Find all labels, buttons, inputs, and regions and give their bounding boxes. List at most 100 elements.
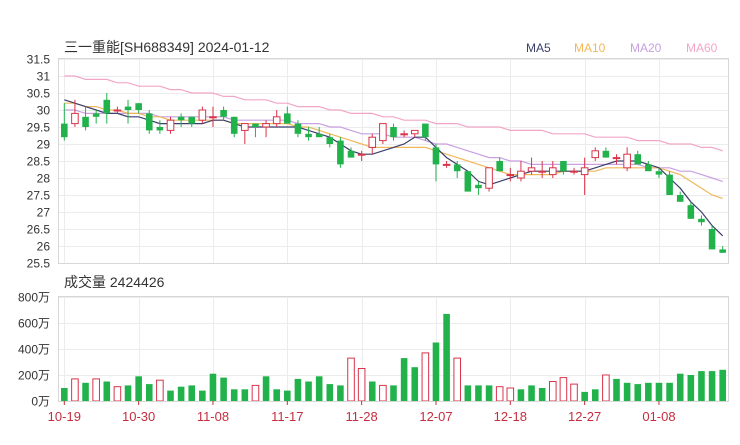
volume-bar	[294, 378, 302, 401]
candle-body	[422, 123, 429, 138]
volume-bar	[61, 388, 68, 401]
volume-bar	[421, 352, 430, 402]
candle-body	[177, 116, 185, 121]
volume-bar	[475, 385, 482, 401]
candle-body	[284, 113, 291, 124]
candle-body	[548, 167, 557, 176]
x-tick-label: 12-27	[568, 409, 601, 424]
volume-bar	[357, 368, 366, 402]
candle-body	[570, 170, 578, 173]
candle-body	[368, 136, 377, 148]
volume-y-axis: 0万 200万 400万 600万 800万	[18, 291, 50, 409]
legend-item-ma20: MA20	[630, 41, 662, 55]
candle-body	[580, 167, 589, 176]
candle-body	[410, 129, 419, 135]
candle-body	[687, 205, 695, 219]
volume-bar	[719, 369, 726, 401]
candle-body	[666, 174, 673, 195]
stock-chart-widget: 三一重能[SH688349] 2024-01-12 MA5 MA10 MA20 MA6…	[0, 0, 740, 440]
volume-bar	[230, 389, 238, 401]
candle-body	[496, 161, 503, 172]
x-tick-label: 12-07	[419, 409, 452, 424]
x-tick-label: 10-19	[48, 409, 81, 424]
volume-bar	[432, 342, 440, 401]
volume-bar	[559, 377, 568, 402]
volume-bar	[113, 386, 122, 402]
candle-body	[708, 229, 716, 250]
price-tick-label: 30	[37, 104, 51, 118]
candle-body	[400, 133, 408, 136]
candle-body	[612, 157, 621, 160]
candle-body	[315, 133, 323, 138]
price-tick-label: 26	[37, 240, 51, 254]
x-tick-label: 12-18	[494, 409, 527, 424]
x-tick-label: 11-17	[271, 409, 303, 424]
volume-bar	[167, 390, 174, 401]
price-tick-label: 27.5	[27, 189, 51, 203]
candle-body	[294, 123, 302, 134]
candle-body	[61, 123, 68, 138]
candle-body	[645, 164, 652, 172]
volume-bar	[591, 389, 599, 401]
candle-body	[485, 167, 493, 189]
price-tick-label: 28	[37, 172, 51, 186]
x-tick-label: 10-30	[122, 409, 155, 424]
candle-body	[326, 137, 334, 144]
volume-bar	[581, 391, 588, 401]
volume-bar	[347, 357, 355, 402]
date-x-axis: 10-19 10-30 11-08 11-17 11-28 12-07 12-18 12-27…	[48, 401, 676, 424]
price-y-axis: 25.5 26 26.5 27 27.5 28 28.5 29 29.5 30 30.5 31 31.5	[27, 53, 51, 271]
price-tick-label: 26.5	[27, 223, 51, 237]
legend-item-ma5: MA5	[526, 41, 551, 55]
candle-body	[475, 184, 482, 189]
volume-bar	[315, 376, 323, 401]
ma20-line	[64, 109, 723, 182]
volume-bar	[241, 389, 249, 401]
volume-bar	[220, 377, 227, 401]
legend-item-ma10: MA10	[574, 41, 606, 55]
candle-body	[506, 174, 515, 177]
volume-tick-label: 400万	[18, 343, 50, 357]
candle-body	[103, 99, 111, 114]
volume-bar	[251, 384, 260, 402]
volume-tick-label: 0万	[31, 395, 50, 409]
volume-bar	[517, 389, 525, 401]
volume-bar	[443, 313, 450, 401]
volume-bar	[124, 385, 132, 401]
x-tick-label: 11-28	[345, 409, 377, 424]
volume-bar	[209, 373, 217, 401]
candle-body	[719, 249, 726, 253]
candle-body	[145, 113, 153, 131]
candle-body	[390, 127, 397, 138]
candle-body	[71, 112, 79, 125]
price-tick-label: 30.5	[27, 87, 51, 101]
volume-bar	[528, 385, 535, 401]
volume-bar	[464, 385, 472, 401]
volume-bar	[634, 384, 642, 401]
volume-bar	[145, 384, 153, 401]
volume-bar	[337, 385, 344, 401]
candle-body	[198, 109, 207, 121]
price-tick-label: 25.5	[27, 257, 51, 271]
volume-bar	[613, 378, 620, 401]
candle-body	[209, 116, 217, 119]
candle-body	[241, 123, 249, 131]
candle-body	[432, 147, 440, 165]
candle-body	[357, 153, 366, 156]
volume-bar	[602, 374, 610, 402]
volume-bar	[177, 386, 185, 401]
candle-body	[82, 116, 89, 127]
legend-item-ma60: MA60	[686, 41, 718, 55]
price-tick-label: 28.5	[27, 155, 51, 169]
volume-bar	[379, 384, 387, 402]
volume-bar	[506, 387, 515, 402]
candle-body	[698, 218, 705, 223]
volume-bar	[495, 386, 504, 402]
volume-bar	[82, 382, 89, 401]
candle-body	[602, 150, 610, 158]
volume-bar	[326, 384, 334, 401]
volume-bar	[453, 357, 462, 402]
candle-body	[135, 103, 142, 110]
volume-bar	[655, 382, 663, 401]
volume-bar	[400, 358, 408, 401]
